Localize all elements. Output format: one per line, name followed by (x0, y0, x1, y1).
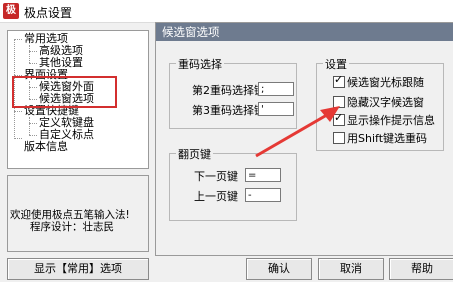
shift-select-label: 用Shift键选重码 (347, 132, 428, 145)
follow-cursor-checkbox[interactable] (333, 73, 345, 88)
welcome-box: 欢迎使用极点五笔输入法! 程序设计：壮志民 (7, 175, 149, 252)
panel-title: 候选窗选项 (162, 25, 220, 39)
tree-connector (29, 45, 30, 63)
selection-highlight-box (12, 76, 117, 108)
tree-connector (29, 63, 37, 64)
panel-header: 候选窗选项 (156, 23, 453, 41)
prev-page-field[interactable]: - (245, 188, 281, 202)
settings-group-label: 设置 (323, 56, 349, 72)
annotation-arrow-icon (255, 106, 340, 158)
second-key-label: 第2重码选择键 (192, 84, 265, 97)
tree-connector (29, 135, 37, 136)
next-page-field[interactable]: = (245, 168, 281, 182)
reselect-group-label: 重码选择 (176, 56, 224, 72)
hide-candidate-label: 隐藏汉字候选窗 (347, 96, 424, 109)
show-tips-label: 显示操作提示信息 (347, 114, 435, 127)
tree-connector (14, 111, 22, 112)
show-common-button[interactable]: 显示【常用】选项 (7, 258, 149, 280)
paging-group: 翻页键 下一页键 = 上一页键 - (169, 146, 297, 221)
help-button[interactable]: 帮助 (389, 258, 453, 280)
prev-page-label: 上一页键 (194, 190, 238, 203)
follow-cursor-label: 候选窗光标跟随 (347, 76, 424, 89)
tree-connector (29, 51, 37, 52)
ok-button[interactable]: 确认 (246, 258, 312, 280)
tree-connector (29, 117, 30, 135)
window-title: 极点设置 (24, 6, 73, 20)
next-page-label: 下一页键 (194, 170, 238, 183)
settings-tree: 常用选项 高级选项 其他设置 界面设置 候选窗外面 候选窗选项 设置快捷键 定义… (7, 30, 149, 169)
title-bar: 极 极点设置 (0, 0, 453, 23)
tree-connector (29, 123, 37, 124)
tree-connector (14, 138, 22, 139)
app-logo-icon: 极 (3, 3, 19, 19)
tree-item-version[interactable]: 版本信息 (24, 141, 68, 153)
paging-group-label: 翻页键 (176, 146, 213, 162)
author-text: 程序设计：壮志民 (30, 221, 114, 233)
tree-connector (14, 39, 22, 40)
second-key-field[interactable]: ; (258, 82, 294, 96)
cancel-button[interactable]: 取消 (318, 258, 384, 280)
